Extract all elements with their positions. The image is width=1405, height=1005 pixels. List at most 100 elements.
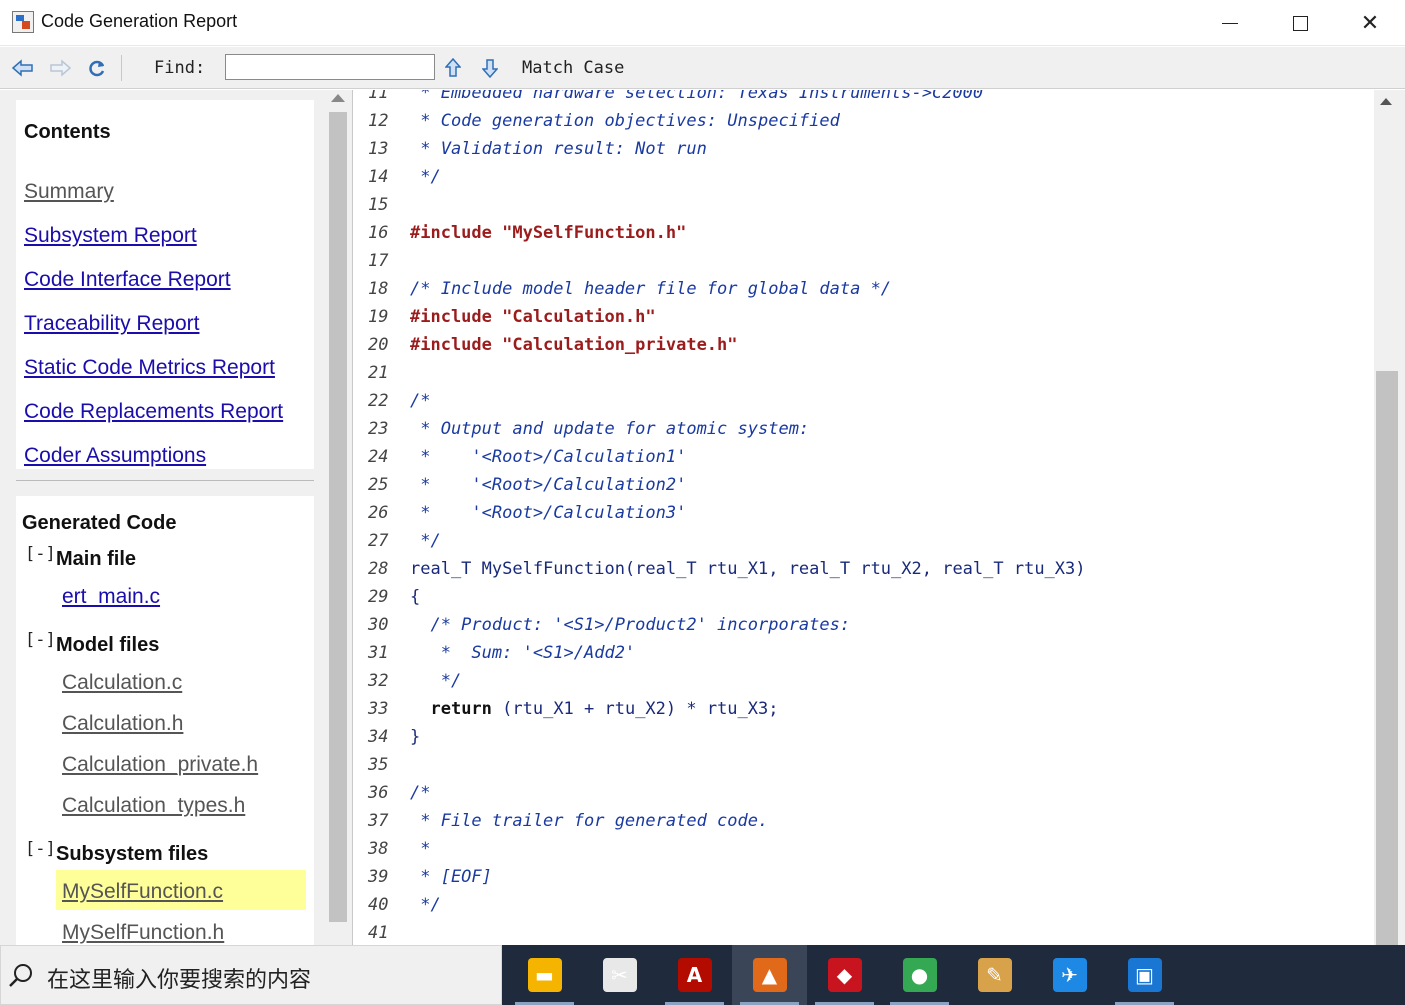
find-previous-arrow-icon[interactable] (441, 56, 465, 80)
taskbar-app-paint[interactable]: ✎ (957, 945, 1032, 1005)
taskbar-search-box[interactable]: 在这里输入你要搜索的内容 (0, 945, 502, 1005)
nav-link-code-replacements-report[interactable]: Code Replacements Report (24, 400, 283, 424)
code-line: 30 /* Product: '<S1>/Product2' incorpora… (353, 611, 1374, 639)
nav-link-code-interface-report[interactable]: Code Interface Report (24, 268, 231, 292)
code-line: 26 * '<Root>/Calculation3' (353, 499, 1374, 527)
sidebar-divider (16, 480, 314, 481)
file-link-calculation-private-h[interactable]: Calculation_private.h (62, 753, 258, 777)
code-text: * '<Root>/Calculation2' (410, 475, 687, 495)
line-number: 40 (368, 895, 389, 915)
line-number: 29 (368, 587, 389, 607)
window-title: Code Generation Report (41, 11, 238, 31)
code-line: 33 return (rtu_X1 + rtu_X2) * rtu_X3; (353, 695, 1374, 723)
forward-arrow-icon[interactable] (48, 56, 72, 80)
code-text: /* (410, 391, 431, 411)
line-number: 28 (368, 559, 389, 579)
taskbar-app-chrome[interactable]: ● (882, 945, 957, 1005)
line-number: 16 (368, 223, 389, 243)
nav-link-summary[interactable]: Summary (24, 180, 114, 204)
code-text: * Validation result: Not run (410, 139, 707, 159)
contents-title: Contents (24, 121, 111, 143)
code-text: /* (410, 783, 431, 803)
line-number: 33 (368, 699, 389, 719)
code-text: /* Product: '<S1>/Product2' incorporates… (410, 615, 851, 635)
code-text: */ (410, 531, 441, 551)
code-text: * [EOF] (410, 867, 492, 887)
line-number: 37 (368, 811, 389, 831)
code-line: 17 (353, 247, 1374, 275)
file-link-calculation-h[interactable]: Calculation.h (62, 712, 183, 736)
taskbar: 在这里输入你要搜索的内容 ▬ ✂ A ▲ ◆ ● ✎ ✈ ▣ (0, 945, 1405, 1005)
taskbar-app-snipping-tool[interactable]: ✂ (582, 945, 657, 1005)
code-line: 19 #include "Calculation.h" (353, 303, 1374, 331)
line-number: 41 (368, 923, 389, 943)
find-label: Find: (154, 58, 206, 78)
nav-link-coder-assumptions[interactable]: Coder Assumptions (24, 444, 206, 468)
code-text: * Embedded hardware selection: Texas Ins… (410, 90, 984, 103)
sidebar-scroll-up-arrow-icon[interactable] (331, 94, 345, 102)
code-text: * Sum: '<S1>/Add2' (410, 643, 636, 663)
maximize-icon (1292, 15, 1308, 31)
code-scroll-thumb[interactable] (1376, 371, 1398, 945)
close-icon: ✕ (1360, 10, 1380, 36)
code-text: #include "Calculation_private.h" (410, 335, 738, 355)
file-link-ert-main-c[interactable]: ert_main.c (62, 585, 160, 609)
close-button[interactable]: ✕ (1335, 0, 1405, 46)
line-number: 20 (368, 335, 389, 355)
paint-icon: ✎ (977, 958, 1012, 992)
code-scroll-up-arrow-icon[interactable] (1380, 98, 1392, 105)
photos-icon: ▣ (1127, 958, 1162, 992)
line-number: 22 (368, 391, 389, 411)
line-number: 12 (368, 111, 389, 131)
code-scrollbar[interactable] (1374, 90, 1405, 945)
nav-link-static-code-metrics-report[interactable]: Static Code Metrics Report (24, 356, 275, 380)
taskbar-app-acrobat-reader[interactable]: A (657, 945, 732, 1005)
subsystem-files-collapse-toggle[interactable]: [-] (25, 839, 56, 859)
taskbar-app-matlab[interactable]: ▲ (732, 945, 807, 1005)
file-link-myselffunction-h[interactable]: MySelfFunction.h (62, 921, 224, 945)
model-files-section-title: Model files (56, 634, 160, 656)
sidebar-scroll-thumb[interactable] (329, 112, 347, 922)
code-line: 41 (353, 919, 1374, 945)
code-text: * Code generation objectives: Unspecifie… (410, 111, 840, 131)
taskbar-app-photos[interactable]: ▣ (1107, 945, 1182, 1005)
taskbar-app-file-explorer[interactable]: ▬ (507, 945, 582, 1005)
main-files-collapse-toggle[interactable]: [-] (25, 544, 56, 564)
code-line: 28 real_T MySelfFunction(real_T rtu_X1, r… (353, 555, 1374, 583)
code-view: 11 * Embedded hardware selection: Texas … (352, 90, 1374, 945)
match-case-toggle[interactable]: Match Case (522, 58, 624, 78)
line-number: 21 (368, 363, 389, 383)
find-next-arrow-icon[interactable] (478, 56, 502, 80)
minimize-button[interactable] (1195, 0, 1265, 46)
back-arrow-icon[interactable] (11, 56, 35, 80)
code-line: 32 */ (353, 667, 1374, 695)
code-line: 22 /* (353, 387, 1374, 415)
minimize-icon (1222, 22, 1238, 24)
code-line: 40 */ (353, 891, 1374, 919)
snipping-tool-icon: ✂ (602, 958, 637, 992)
find-input[interactable] (225, 54, 435, 80)
code-line: 13 * Validation result: Not run (353, 135, 1374, 163)
nav-link-subsystem-report[interactable]: Subsystem Report (24, 224, 197, 248)
sidebar-scrollbar[interactable] (327, 90, 349, 945)
file-link-myselffunction-c[interactable]: MySelfFunction.c (62, 880, 223, 904)
toolbar: Find: Match Case (0, 47, 1405, 89)
code-text: * '<Root>/Calculation1' (410, 447, 687, 467)
file-explorer-icon: ▬ (527, 958, 562, 992)
maximize-button[interactable] (1265, 0, 1335, 46)
line-number: 17 (368, 251, 389, 271)
code-line: 21 (353, 359, 1374, 387)
nav-link-traceability-report[interactable]: Traceability Report (24, 312, 199, 336)
taskbar-app-cad-3d[interactable]: ◆ (807, 945, 882, 1005)
file-link-calculation-c[interactable]: Calculation.c (62, 671, 182, 695)
line-number: 24 (368, 447, 389, 467)
search-icon (9, 964, 32, 987)
line-number: 36 (368, 783, 389, 803)
code-text: #include "MySelfFunction.h" (410, 223, 687, 243)
code-text: * (410, 839, 431, 859)
taskbar-app-feishu[interactable]: ✈ (1032, 945, 1107, 1005)
file-link-calculation-types-h[interactable]: Calculation_types.h (62, 794, 245, 818)
refresh-icon[interactable] (85, 56, 109, 80)
code-line: 36 /* (353, 779, 1374, 807)
model-files-collapse-toggle[interactable]: [-] (25, 630, 56, 650)
